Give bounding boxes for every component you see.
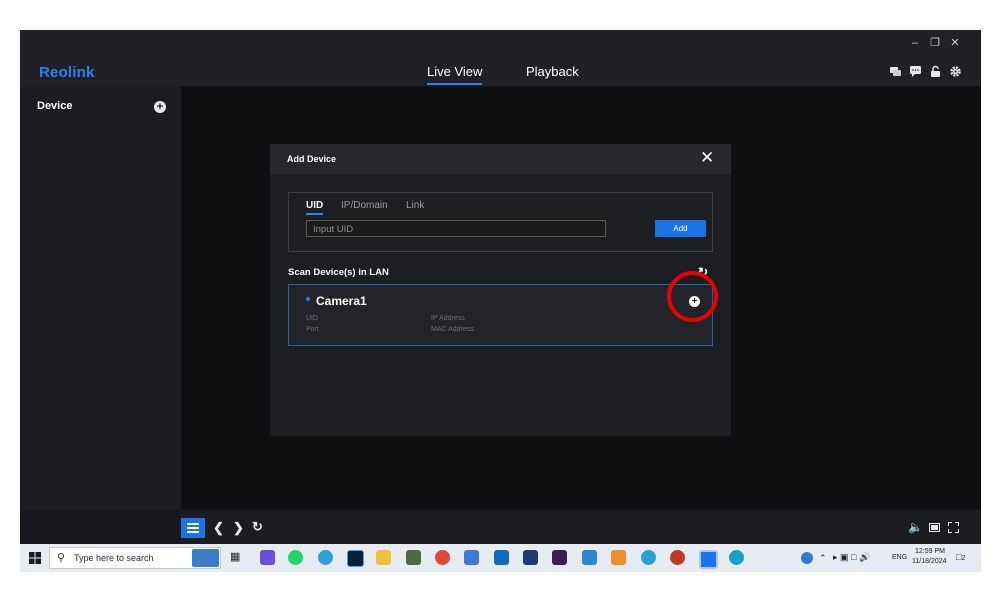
screen-icon[interactable] <box>929 523 940 532</box>
volume-icon[interactable]: 🔈 <box>908 520 923 534</box>
close-icon[interactable]: ✕ <box>946 36 964 50</box>
file-explorer-icon[interactable] <box>376 550 391 565</box>
windows-start-icon[interactable] <box>29 552 41 564</box>
edge-icon[interactable] <box>729 550 744 565</box>
app-icon-4[interactable] <box>670 550 685 565</box>
layout-list-icon[interactable] <box>181 518 205 538</box>
whatsapp-icon[interactable] <box>288 550 303 565</box>
clock-time[interactable]: 12:59 PM <box>915 548 945 555</box>
device-name: Camera1 <box>316 294 367 308</box>
minimize-icon[interactable]: – <box>906 36 924 50</box>
gear-icon[interactable] <box>949 65 962 78</box>
dialog-header: Add Device ✕ <box>270 144 731 174</box>
sidebar: Device + <box>20 86 181 510</box>
reolink-logo: Reolink <box>39 64 95 81</box>
scan-lan-title: Scan Device(s) in LAN <box>288 267 389 278</box>
online-status-dot <box>306 297 310 301</box>
app-icon-1[interactable] <box>406 550 421 565</box>
close-dialog-icon[interactable]: ✕ <box>700 149 714 166</box>
taskbar-search[interactable]: ⚲ Type here to search <box>49 547 221 569</box>
search-icon: ⚲ <box>57 552 66 564</box>
bottom-toolbar: ❮ ❯ ↻ 🔈 <box>181 510 981 544</box>
tab-playback[interactable]: Playback <box>526 64 579 79</box>
search-placeholder: Type here to search <box>74 553 154 563</box>
reolink-taskbar-icon[interactable] <box>699 550 718 569</box>
xampp-icon[interactable] <box>611 550 626 565</box>
dialog-title: Add Device <box>287 154 337 164</box>
notification-count: 2 <box>961 555 966 562</box>
device-card-camera1[interactable]: Camera1 UID Port IP Address MAC Address … <box>288 284 713 346</box>
ip-address-label: IP Address <box>431 315 465 322</box>
task-view-icon[interactable]: ▦ <box>230 550 245 565</box>
fullscreen-icon[interactable] <box>948 522 959 533</box>
tab-ip-domain[interactable]: IP/Domain <box>341 200 388 211</box>
search-highlight-image <box>192 549 219 567</box>
refresh-layout-icon[interactable]: ↻ <box>252 519 263 535</box>
uid-input[interactable]: Input UID <box>306 220 606 237</box>
camera-app-icon[interactable] <box>582 550 597 565</box>
chrome-icon[interactable] <box>435 550 450 565</box>
tab-link[interactable]: Link <box>406 200 424 211</box>
next-icon[interactable]: ❯ <box>233 520 244 536</box>
reolink-app-window: – ❐ ✕ Reolink Live View Playback Device … <box>20 30 981 544</box>
help-icon[interactable] <box>801 552 813 564</box>
telegram-icon-2[interactable] <box>641 550 656 565</box>
title-bar: – ❐ ✕ Reolink Live View Playback <box>20 30 981 86</box>
outlook-icon[interactable] <box>494 550 509 565</box>
windows-taskbar: ⚲ Type here to search ▦ ⌃ ▸ ▣ □ 🔊 ENG 12… <box>20 544 981 572</box>
tab-uid[interactable]: UID <box>306 200 324 215</box>
store-icon[interactable] <box>464 550 479 565</box>
app-icon-2[interactable] <box>523 550 538 565</box>
copilot-icon[interactable] <box>260 550 275 565</box>
highlight-circle <box>667 271 718 322</box>
tab-live-view[interactable]: Live View <box>427 64 483 85</box>
add-button[interactable]: Add <box>655 220 706 237</box>
port-label: Port <box>306 326 319 333</box>
restore-icon[interactable]: ❐ <box>926 36 944 50</box>
telegram-icon[interactable] <box>318 550 333 565</box>
add-device-plus-icon[interactable]: + <box>154 101 166 113</box>
lock-icon[interactable] <box>929 65 942 78</box>
language-indicator[interactable]: ENG <box>892 554 907 561</box>
message-icon[interactable] <box>909 65 922 78</box>
photoshop-icon[interactable] <box>347 550 364 567</box>
tray-icons[interactable]: ▸ ▣ □ 🔊 <box>833 552 870 563</box>
chevron-up-icon[interactable]: ⌃ <box>819 553 827 564</box>
mac-address-label: MAC Address <box>431 326 474 333</box>
previous-icon[interactable]: ❮ <box>213 520 224 536</box>
add-device-dialog: Add Device ✕ UID IP/Domain Link Input UI… <box>270 144 731 436</box>
add-method-panel: UID IP/Domain Link Input UID Add <box>288 192 713 252</box>
sidebar-title: Device <box>37 100 73 112</box>
uid-label: UID <box>306 315 319 322</box>
clock-date[interactable]: 11/18/2024 <box>912 558 947 565</box>
app-icon-3[interactable] <box>552 550 567 565</box>
chat-icon[interactable] <box>889 65 902 78</box>
notification-icon[interactable]: □2 <box>956 552 965 562</box>
